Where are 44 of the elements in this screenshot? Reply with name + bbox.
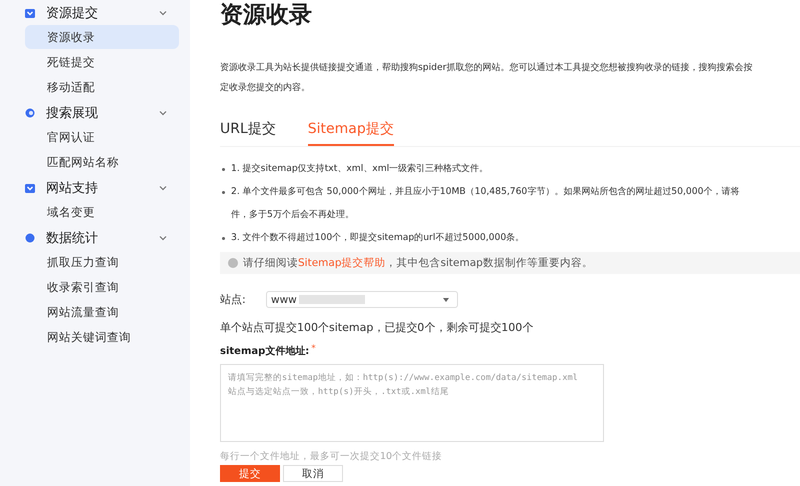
- sidebar-item[interactable]: 收录索引查询: [25, 275, 179, 299]
- sidebar-item[interactable]: 域名变更: [25, 200, 179, 224]
- hint-text: 每行一个文件地址，最多可一次提交10个文件链接: [220, 450, 444, 463]
- sitemap-url-field[interactable]: 请填写完整的sitemap地址，如：http(s)://www.example.com/data/sitemap.xml 站点与选定站点一致，http(s)开头，.txt或.xml结尾: [220, 364, 604, 442]
- sidebar-item[interactable]: 死链提交: [25, 50, 179, 74]
- chevron-icon: [158, 233, 168, 243]
- page-title: 资源收录: [220, 1, 313, 30]
- rule-text: 3. 文件个数不得超过100个，即提交sitemap的url不超过5000,000条。: [231, 231, 524, 245]
- rule-text: 1. 提交sitemap仅支持txt、xml、xml一级索引三种格式文件。: [231, 162, 488, 176]
- sidebar-item[interactable]: 官网认证: [25, 125, 179, 149]
- sidebar-group-header[interactable]: 搜索展现: [0, 103, 190, 123]
- field-label: 站点:: [220, 292, 247, 307]
- quota-text: 单个站点可提交100个sitemap，已提交0个，剩余可提交100个: [220, 320, 534, 335]
- sidebar-item[interactable]: 匹配网站名称: [25, 150, 179, 174]
- sidebar-group-header[interactable]: 资源提交: [0, 3, 190, 23]
- dropdown-arrow-icon: [443, 298, 449, 302]
- inbox-icon: [24, 182, 36, 194]
- chevron-icon: [158, 8, 168, 18]
- notice-text: 请仔细阅读Sitemap提交帮助，其中包含sitemap数据制作等重要内容。: [243, 256, 593, 270]
- bullet-icon: [222, 237, 225, 240]
- sidebar-item[interactable]: 抓取压力查询: [25, 250, 179, 274]
- eye-icon: [24, 107, 36, 119]
- bullet-icon: [222, 191, 225, 194]
- site-dropdown[interactable]: www: [266, 291, 458, 308]
- sidebar-item[interactable]: 移动适配: [25, 75, 179, 99]
- rule-text: 件，多于5万个后会不再处理。: [231, 208, 355, 222]
- field-label: sitemap文件地址:: [220, 344, 310, 358]
- chevron-icon: [158, 183, 168, 193]
- chevron-icon: [158, 108, 168, 118]
- description-text: 资源收录工具为站长提供链接提交通道，帮助搜狗spider抓取您的网站。您可以通过本工具提交您想被搜狗收录的链接，搜狗搜索会按: [220, 61, 754, 75]
- bullet-icon: [222, 168, 225, 171]
- inbox-icon: [24, 7, 36, 19]
- sidebar-item[interactable]: 网站关键词查询: [25, 325, 179, 349]
- sidebar-item[interactable]: 网站流量查询: [25, 300, 179, 324]
- cancel-button[interactable]: 取消: [283, 465, 343, 482]
- sidebar-item[interactable]: 资源收录: [25, 25, 179, 49]
- circle-icon: [24, 232, 36, 244]
- required-mark: *: [311, 344, 316, 354]
- info-icon: [228, 258, 238, 268]
- description-text: 定收录您提交的内容。: [220, 81, 311, 95]
- sidebar-group-header[interactable]: 网站支持: [0, 178, 190, 198]
- rule-text: 2. 单个文件最多可包含 50,000个网址，并且应小于10MB（10,485,760字节）。如果网站所包含的网址超过50,000个，请将: [231, 185, 740, 199]
- tab[interactable]: URL提交: [220, 116, 276, 146]
- sidebar-group-header[interactable]: 数据统计: [0, 228, 190, 248]
